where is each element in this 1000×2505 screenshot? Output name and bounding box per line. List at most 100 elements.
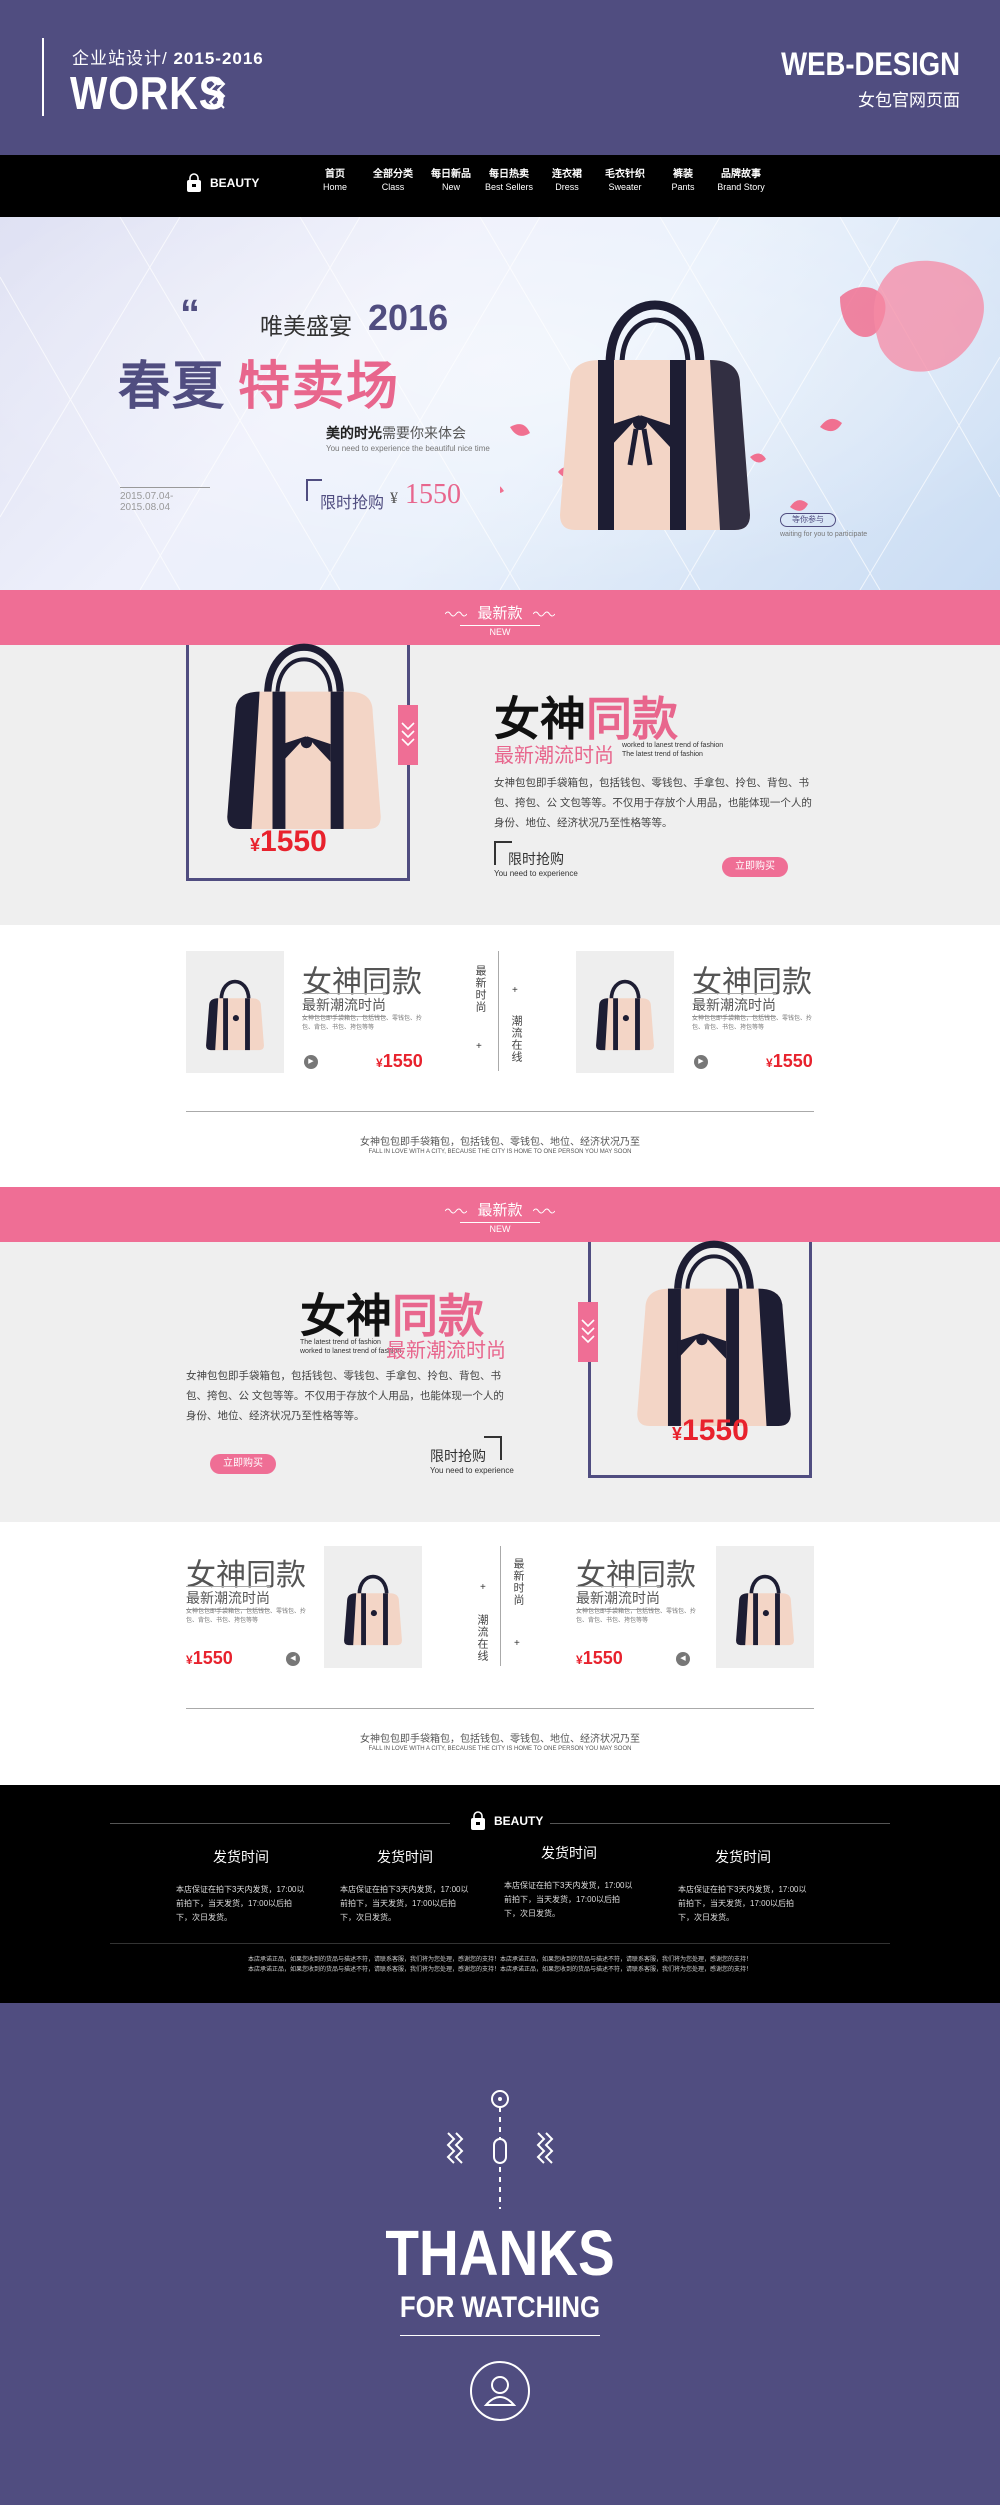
nav-item-cn: 首页: [325, 169, 345, 180]
section-footer-en: FALL IN LOVE WITH A CITY, BECAUSE THE CI…: [368, 1746, 632, 1752]
works-title: WORKS: [70, 67, 226, 119]
nav-item-cn: 全部分类: [373, 169, 413, 180]
nav-logo[interactable]: BEAUTY: [186, 173, 259, 193]
section-bar-title: 最新款: [0, 602, 1000, 623]
footer-line-right: [550, 1823, 890, 1824]
banner-year: 2016: [368, 297, 449, 338]
product-price-value: 1550: [582, 1648, 623, 1668]
banner-title-a: 春夏: [118, 358, 227, 416]
footer-line-left: [110, 1823, 450, 1824]
feature-description: 女神包包即手袋箱包，包括钱包、零钱包、手拿包、拎包、背包、书包、挎包、公 文包等…: [494, 777, 812, 829]
vertical-divider: [498, 951, 499, 1071]
section-divider: [186, 1708, 814, 1709]
participate-button[interactable]: 等你参与: [780, 513, 836, 527]
product-card-image[interactable]: [576, 951, 674, 1073]
user-icon[interactable]: [468, 2359, 532, 2423]
wave-icon: [445, 1208, 468, 1214]
product-price-value: 1550: [192, 1648, 233, 1668]
buy-now-button[interactable]: 立即购买: [210, 1454, 276, 1474]
footer-logo[interactable]: BEAUTY: [470, 1811, 543, 1831]
nav-item-best-sellers[interactable]: 每日热卖 Best Sellers: [480, 169, 538, 193]
products-section-2: 女神同款 最新潮流时尚 女神包包即手袋箱包，包括钱包、零钱包、拎包、背包、书包、…: [0, 1522, 1000, 1785]
feature-section-2: 女神同款 The latest trend of fashion worked t…: [0, 1240, 1000, 1522]
product-card-image[interactable]: [186, 951, 284, 1073]
web-design-title: WEB-DESIGN: [781, 46, 960, 82]
vertical-label-b: 潮流在线: [510, 1015, 522, 1063]
footer-column: 发货时间本店保证在拍下3天内发货，17:00以前拍下，当天发货，17:00以后拍…: [504, 1843, 634, 1921]
banner-limit-label: 限时抢购: [320, 495, 385, 512]
play-icon[interactable]: ◀: [676, 1652, 690, 1666]
currency: ¥: [186, 1653, 193, 1667]
footer-divider: [110, 1943, 890, 1944]
nav-item-en: Pants: [671, 182, 695, 192]
handbag-image: [206, 979, 264, 1051]
nav-item-brand-story[interactable]: 品牌故事 Brand Story: [712, 169, 770, 193]
banner-date: 2015.07.04-2015.08.04: [120, 487, 210, 513]
zigzag-icon: [208, 77, 226, 109]
section-footer-en: FALL IN LOVE WITH A CITY, BECAUSE THE CI…: [368, 1149, 632, 1155]
nav-item-new[interactable]: 每日新品 New: [422, 169, 480, 193]
product-price: ¥1550: [766, 1051, 813, 1072]
nav-item-sweater[interactable]: 毛衣针织 Sweater: [596, 169, 654, 193]
nav-item-cn: 毛衣针织: [605, 169, 645, 180]
top-header: 企业站设计/ 2015-2016 WORKS WEB-DESIGN 女包官网页面: [0, 0, 1000, 155]
handbag-image: [637, 1240, 791, 1426]
limit-label: 限时抢购: [430, 1448, 486, 1464]
feature-small-en2: The latest trend of fashion: [622, 751, 703, 758]
header-divider: [42, 38, 44, 116]
footer-note: 本店承诺正品，如果您收到的货品与描述不符，请联系客服，我们将为您处理，感谢您的支…: [0, 1955, 1000, 1975]
product-small-text: 女神包包即手袋箱包，包括钱包、零钱包、拎包、背包、书包、挎包等等: [302, 1016, 423, 1031]
nav-item-cn: 裤装: [673, 169, 693, 180]
feature-subtitle: 最新潮流时尚: [386, 1340, 506, 1362]
nav-item-home[interactable]: 首页 Home: [306, 169, 364, 193]
section-bar-sub: NEW: [460, 1222, 540, 1234]
handbag-image: [560, 300, 750, 530]
site-footer: BEAUTY 发货时间本店保证在拍下3天内发货，17:00以前拍下，当天发货，1…: [0, 1785, 1000, 2003]
product-subtitle: 最新潮流时尚: [186, 1586, 270, 1610]
footer-note-2: 本店承诺正品，如果您收到的货品与描述不符，请联系客服，我们将为您处理，感谢您的支…: [247, 1967, 752, 1973]
feature-section-1: ¥1550 女神同款 最新潮流时尚 worked to lanest trend…: [0, 643, 1000, 925]
play-icon[interactable]: ▶: [694, 1055, 708, 1069]
nav-item-en: New: [441, 182, 460, 192]
vertical-label-b: 潮流在线: [476, 1614, 488, 1662]
bag-logo-icon: [471, 1811, 485, 1830]
wave-icon: [532, 611, 555, 617]
plus-mark: +: [480, 1582, 486, 1593]
nav-menu: 首页 Home 全部分类 Class 每日新品 New 每日热卖 Best Seller…: [306, 169, 770, 193]
feature-small-en1: worked to lanest trend of fashion: [622, 742, 724, 749]
vertical-label-a: 最新时尚: [512, 1558, 524, 1606]
thanks-section: THANKS FOR WATCHING: [0, 2003, 1000, 2505]
nav-item-class[interactable]: 全部分类 Class: [364, 169, 422, 193]
banner-tag-b: 需要你来体会: [382, 425, 466, 441]
footer-col-title: 发货时间: [541, 1845, 597, 1861]
footer-col-text: 本店保证在拍下3天内发货，17:00以前拍下，当天发货，17:00以后拍下，次日…: [340, 1885, 469, 1922]
product-subtitle: 最新潮流时尚: [692, 993, 776, 1017]
product-card-image[interactable]: [324, 1546, 422, 1668]
feature-title-a: 女神: [300, 1290, 392, 1342]
feature-subtitle: 最新潮流时尚: [494, 745, 614, 767]
banner-line1: 唯美盛宴: [260, 313, 352, 339]
quote-mark: “: [180, 292, 200, 336]
decorative-line-icon: [446, 2090, 554, 2209]
feature-price-value: 1550: [260, 825, 327, 858]
main-navbar: BEAUTY 首页 Home 全部分类 Class 每日新品 New 每日热卖 Best…: [0, 155, 1000, 217]
feature-price-value: 1550: [682, 1414, 749, 1447]
play-icon[interactable]: ▶: [304, 1055, 318, 1069]
product-card-image[interactable]: [716, 1546, 814, 1668]
web-design-subtitle: 女包官网页面: [858, 91, 960, 110]
currency: ¥: [376, 1056, 383, 1070]
nav-item-en: Brand Story: [717, 182, 765, 192]
product-price: ¥1550: [576, 1648, 623, 1669]
nav-item-pants[interactable]: 裤装 Pants: [654, 169, 712, 193]
play-icon[interactable]: ◀: [286, 1652, 300, 1666]
buy-now-button[interactable]: 立即购买: [722, 857, 788, 877]
vertical-label-a: 最新时尚: [474, 965, 486, 1013]
footer-note-1: 本店承诺正品，如果您收到的货品与描述不符，请联系客服，我们将为您处理，感谢您的支…: [247, 1957, 752, 1963]
bag-logo-icon: [187, 173, 201, 192]
footer-col-text: 本店保证在拍下3天内发货，17:00以前拍下，当天发货，17:00以后拍下，次日…: [176, 1885, 305, 1922]
nav-item-dress[interactable]: 连衣裙 Dress: [538, 169, 596, 193]
section-footer-text: 女神包包即手袋箱包，包括钱包、零钱包、地位、经济状况乃至: [360, 1734, 640, 1745]
footer-col-text: 本店保证在拍下3天内发货，17:00以前拍下，当天发货，17:00以后拍下，次日…: [504, 1881, 633, 1918]
limit-sub: You need to experience: [430, 1466, 514, 1475]
footer-col-title: 发货时间: [377, 1849, 433, 1865]
